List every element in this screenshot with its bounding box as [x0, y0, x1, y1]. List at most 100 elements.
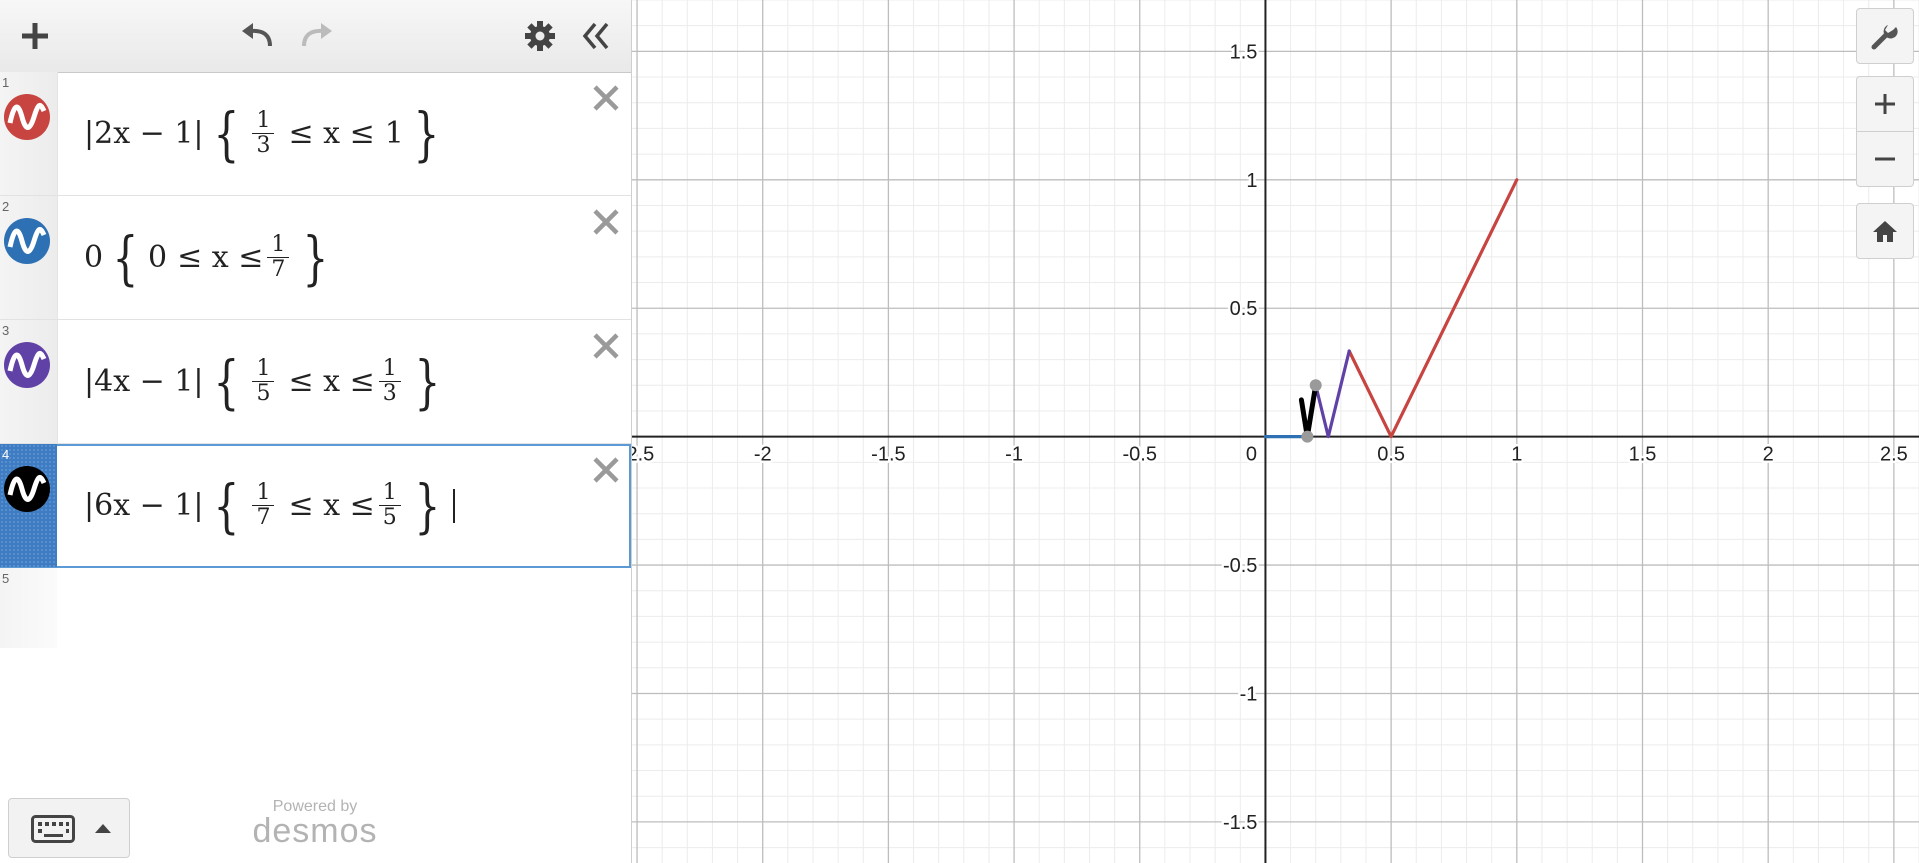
expression-row-3[interactable]: 3 |4x − 1| { 1 5 ≤ x ≤ 1 3 } — [0, 320, 631, 444]
graph-paper[interactable]: -2.5 -2 -1.5 -1 -0.5 0 0.5 1 1.5 2 2.5 1.5 1 0.5 -0.5 -… — [632, 0, 1919, 863]
collapse-panel-button[interactable] — [574, 14, 618, 58]
delete-expression-icon[interactable] — [588, 80, 624, 116]
numerator: 1 — [378, 480, 401, 506]
graph-style-icon[interactable] — [4, 94, 50, 140]
denominator: 5 — [256, 381, 271, 406]
expression-gutter: 1 — [0, 72, 58, 195]
keyboard-toggle-button[interactable] — [8, 798, 130, 858]
formula-lead: |2x − 1| — [84, 116, 204, 151]
y-tick-label: 1.5 — [1230, 41, 1258, 63]
formula-upper: 1 — [384, 116, 404, 151]
desmos-logo: desmos — [252, 812, 378, 850]
formula-middle: ≤ x ≤ — [288, 488, 375, 523]
x-tick-label: 0 — [1246, 444, 1257, 466]
formula-lead: |4x − 1| — [84, 364, 204, 399]
right-brace: } — [414, 347, 441, 416]
expression-row-1[interactable]: 1 |2x − 1| { 1 3 ≤ x ≤ 1 } — [0, 72, 631, 196]
numerator: 1 — [252, 480, 275, 506]
expression-row-4[interactable]: 4 |6x − 1| { 1 7 ≤ x ≤ 1 5 } — [0, 444, 631, 568]
grid-minor — [632, 0, 1919, 863]
numerator: 1 — [252, 356, 275, 382]
numerator: 1 — [378, 356, 401, 382]
expression-gutter: 4 — [0, 444, 57, 567]
denominator: 7 — [271, 257, 286, 282]
grid-major — [632, 0, 1919, 863]
series-line-3 — [1314, 349, 1351, 439]
plus-icon — [1875, 94, 1895, 114]
fraction: 1 5 — [252, 356, 275, 406]
axes — [632, 0, 1919, 863]
formula-lower: 0 — [148, 240, 168, 275]
y-tick-label: -0.5 — [1223, 555, 1257, 577]
zoom-out-button[interactable] — [1856, 131, 1914, 187]
new-expression-row[interactable]: 5 — [0, 568, 57, 648]
redo-icon — [302, 23, 332, 47]
right-brace: } — [302, 223, 329, 292]
x-tick-label: -1 — [1005, 444, 1023, 466]
wrench-icon — [1871, 25, 1898, 50]
graph-style-icon[interactable] — [4, 466, 50, 512]
settings-button[interactable] — [518, 14, 562, 58]
delete-expression-icon[interactable] — [588, 204, 624, 240]
denominator: 7 — [256, 505, 271, 530]
expression-formula-input[interactable]: |6x − 1| { 1 7 ≤ x ≤ 1 5 } — [84, 444, 455, 567]
x-tick-label: -0.5 — [1123, 444, 1157, 466]
denominator: 5 — [382, 505, 397, 530]
undo-button[interactable] — [236, 14, 280, 58]
delete-expression-icon[interactable] — [588, 328, 624, 364]
x-tick-label: -2.5 — [632, 444, 654, 466]
keyboard-icon — [31, 815, 75, 843]
formula-middle: ≤ x ≤ — [288, 116, 375, 151]
numerator: 1 — [252, 108, 275, 134]
expression-gutter: 3 — [0, 320, 58, 443]
fraction: 1 7 — [267, 232, 290, 282]
expression-panel: 1 |2x − 1| { 1 3 ≤ x ≤ 1 } 2 0 {0 ≤ x ≤… — [0, 0, 632, 863]
left-brace: { — [213, 471, 239, 540]
denominator: 3 — [382, 381, 397, 406]
graph-style-icon[interactable] — [4, 218, 50, 264]
graph-style-icon[interactable] — [4, 342, 50, 388]
x-tick-label: 1.5 — [1629, 444, 1657, 466]
default-viewport-button[interactable] — [1856, 203, 1914, 259]
y-tick-label: -1.5 — [1223, 812, 1257, 834]
text-cursor — [452, 488, 455, 523]
undo-icon — [242, 23, 272, 47]
y-tick-label: -1 — [1240, 683, 1258, 705]
numerator: 1 — [267, 232, 290, 258]
powered-by-desmos[interactable]: Powered by desmos — [240, 798, 390, 851]
zoom-in-button[interactable] — [1856, 76, 1914, 132]
minus-icon — [1875, 157, 1895, 161]
delete-expression-icon[interactable] — [588, 452, 624, 488]
denominator: 3 — [256, 133, 271, 158]
expression-gutter: 2 — [0, 196, 58, 319]
graph-settings-button[interactable] — [1856, 8, 1914, 64]
right-brace: } — [414, 471, 441, 540]
fraction: 1 7 — [252, 480, 275, 530]
point-2 — [1309, 379, 1322, 392]
fraction: 1 5 — [378, 480, 401, 530]
plus-icon — [22, 23, 48, 49]
y-tick-label: 1 — [1246, 170, 1257, 192]
expression-index: 4 — [2, 447, 10, 462]
x-tick-label: 0.5 — [1377, 444, 1405, 466]
point-1 — [1301, 430, 1314, 443]
left-brace: { — [213, 99, 239, 168]
left-brace: { — [112, 223, 139, 292]
expression-formula[interactable]: 0 { 0 ≤ x ≤ 1 7 } — [84, 196, 338, 319]
expression-index: 3 — [2, 323, 10, 338]
x-tick-label: 1 — [1511, 444, 1522, 466]
expression-formula[interactable]: |4x − 1| { 1 5 ≤ x ≤ 1 3 } — [84, 320, 450, 443]
left-brace: { — [213, 347, 239, 416]
formula-lead: |6x − 1| — [84, 488, 204, 523]
expression-row-2[interactable]: 2 0 { 0 ≤ x ≤ 1 7 } — [0, 196, 631, 320]
home-icon — [1873, 221, 1897, 242]
expression-index: 2 — [2, 199, 10, 214]
expression-index: 5 — [2, 571, 10, 586]
x-tick-label: 2 — [1763, 444, 1774, 466]
double-chevron-left-icon — [582, 22, 609, 50]
fraction: 1 3 — [378, 356, 401, 406]
add-expression-button[interactable] — [13, 14, 57, 58]
expression-formula[interactable]: |2x − 1| { 1 3 ≤ x ≤ 1 } — [84, 72, 449, 195]
x-tick-label: 2.5 — [1880, 444, 1908, 466]
redo-button[interactable] — [294, 14, 338, 58]
